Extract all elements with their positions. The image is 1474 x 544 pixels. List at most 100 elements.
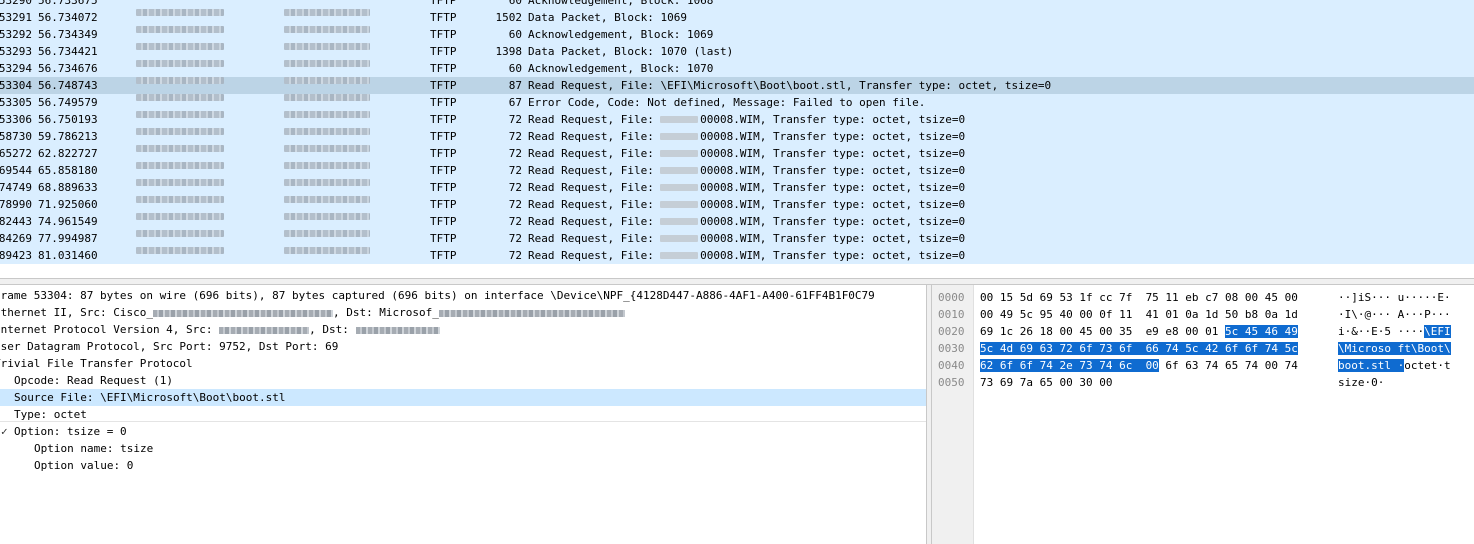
packet-list[interactable]: 53290 56.733675 TFTP 60 Acknowledgement, Blo… — [0, 0, 1474, 268]
redacted-address-icon — [136, 247, 224, 254]
packet-row[interactable]: 53290 56.733675 TFTP 60 Acknowledgement, Blo… — [0, 0, 1474, 9]
hex-bytes[interactable]: 5c 4d 69 63 72 6f 73 6f 66 74 5c 42 6f 6… — [980, 340, 1298, 357]
detail-source-file-text: Source File: \EFI\Microsoft\Boot\boot.st… — [14, 391, 286, 404]
redacted-address-icon — [284, 60, 370, 67]
hex-row[interactable]: 0050 73 69 7a 65 00 30 00 size·0· — [932, 374, 1474, 391]
packet-time: 62.822727 — [38, 147, 98, 160]
hex-ascii[interactable]: boot.stl ·octet·t — [1338, 357, 1451, 374]
packet-length: 72 — [508, 147, 522, 160]
packet-row[interactable]: 58730 59.786213 TFTP 72 Read Request, File: … — [0, 128, 1474, 145]
packet-row[interactable]: 53294 56.734676 TFTP 60 Acknowledgement, Blo… — [0, 60, 1474, 77]
packet-time: 56.733675 — [38, 0, 98, 7]
packet-row[interactable]: 84269 77.994987 TFTP 72 Read Request, File: … — [0, 230, 1474, 247]
detail-tftp[interactable]: Trivial File Transfer Protocol — [0, 355, 926, 372]
redacted-address-icon — [136, 9, 224, 16]
packet-row[interactable]: 69544 65.858180 TFTP 72 Read Request, File: … — [0, 162, 1474, 179]
hex-ascii[interactable]: size·0· — [1338, 374, 1384, 391]
packet-number: 69544 — [0, 164, 32, 177]
packet-number: 53305 — [0, 96, 32, 109]
packet-protocol: TFTP — [430, 62, 457, 75]
packet-length: 60 — [508, 62, 522, 75]
detail-option-name-text: Option name: tsize — [34, 442, 154, 455]
hex-row[interactable]: 0030 5c 4d 69 63 72 6f 73 6f 66 74 5c 42 … — [932, 340, 1474, 357]
redacted-address-icon — [284, 128, 370, 135]
redacted-address-icon — [136, 111, 224, 118]
packet-row[interactable]: 78990 71.925060 TFTP 72 Read Request, File: … — [0, 196, 1474, 213]
packet-bytes-pane[interactable]: 0000 00 15 5d 69 53 1f cc 7f 75 11 eb c7 … — [932, 285, 1474, 544]
packet-info: Data Packet, Block: 1069 — [528, 11, 687, 24]
packet-time: 56.734676 — [38, 62, 98, 75]
packet-length: 60 — [508, 0, 522, 7]
hex-ascii-highlighted: \EFI — [1424, 325, 1451, 338]
hex-ascii-plain: size·0· — [1338, 376, 1385, 389]
packet-number: 74749 — [0, 181, 32, 194]
redacted-filename-icon — [660, 150, 698, 157]
detail-udp[interactable]: User Datagram Protocol, Src Port: 9752, … — [0, 338, 926, 355]
packet-number: 53293 — [0, 45, 32, 58]
hex-bytes[interactable]: 73 69 7a 65 00 30 00 — [980, 374, 1112, 391]
packet-row[interactable]: 82443 74.961549 TFTP 72 Read Request, File: … — [0, 213, 1474, 230]
hex-bytes[interactable]: 69 1c 26 18 00 45 00 35 e9 e8 00 01 5c 4… — [980, 323, 1298, 340]
packet-row[interactable]: 53306 56.750193 TFTP 72 Read Request, File: … — [0, 111, 1474, 128]
packet-number: 89423 — [0, 249, 32, 262]
hex-bytes[interactable]: 00 49 5c 95 40 00 0f 11 41 01 0a 1d 50 b… — [980, 306, 1298, 323]
packet-row[interactable]: 65272 62.822727 TFTP 72 Read Request, File: … — [0, 145, 1474, 162]
hex-ascii[interactable]: ·I\·@··· A···P··· — [1338, 306, 1451, 323]
packet-protocol: TFTP — [430, 0, 457, 7]
packet-length: 1502 — [495, 11, 523, 24]
packet-protocol: TFTP — [430, 11, 457, 24]
hex-bytes-plain: 73 69 7a 65 00 30 00 — [980, 376, 1113, 389]
packet-protocol: TFTP — [430, 181, 457, 194]
hex-row[interactable]: 0020 69 1c 26 18 00 45 00 35 e9 e8 00 01 … — [932, 323, 1474, 340]
packet-row[interactable]: 53305 56.749579 TFTP 67 Error Code, Code: No… — [0, 94, 1474, 111]
packet-number: 53290 — [0, 0, 32, 7]
packet-length: 72 — [508, 198, 522, 211]
redacted-filename-icon — [660, 184, 698, 191]
packet-row[interactable]: 53292 56.734349 TFTP 60 Acknowledgement, Blo… — [0, 26, 1474, 43]
hex-row[interactable]: 0000 00 15 5d 69 53 1f cc 7f 75 11 eb c7 … — [932, 289, 1474, 306]
hex-row[interactable]: 0040 62 6f 6f 74 2e 73 74 6c 00 6f 63 74 … — [932, 357, 1474, 374]
detail-frame[interactable]: Frame 53304: 87 bytes on wire (696 bits)… — [0, 287, 926, 304]
packet-row[interactable]: 53304 56.748743 TFTP 87 Read Request, File: … — [0, 77, 1474, 94]
detail-udp-text: User Datagram Protocol, Src Port: 9752, … — [0, 340, 339, 353]
hex-bytes[interactable]: 62 6f 6f 74 2e 73 74 6c 00 6f 63 74 65 7… — [980, 357, 1298, 374]
packet-info: Read Request, File: 00008.WIM, Transfer … — [528, 164, 966, 177]
packet-row[interactable]: 53291 56.734072 TFTP 1502 Data Packet, Block… — [0, 9, 1474, 26]
packet-details-pane[interactable]: Frame 53304: 87 bytes on wire (696 bits)… — [0, 285, 926, 544]
hex-ascii[interactable]: ··]iS··· u·····E· — [1338, 289, 1451, 306]
expand-caret-icon[interactable]: ✓ — [1, 423, 8, 440]
packet-protocol: TFTP — [430, 28, 457, 41]
packet-time: 56.734421 — [38, 45, 98, 58]
redacted-address-icon — [136, 77, 224, 84]
hex-ascii[interactable]: \Microso ft\Boot\ — [1338, 340, 1451, 357]
packet-number: 58730 — [0, 130, 32, 143]
packet-row[interactable]: 89423 81.031460 TFTP 72 Read Request, File: … — [0, 247, 1474, 264]
detail-ip[interactable]: Internet Protocol Version 4, Src: , Dst: — [0, 321, 926, 338]
detail-option[interactable]: ✓ Option: tsize = 0 — [0, 423, 926, 440]
packet-info: Acknowledgement, Block: 1069 — [528, 28, 714, 41]
redacted-address-icon — [136, 230, 224, 237]
detail-ethernet[interactable]: Ethernet II, Src: Cisco_ , Dst: Microsof_ — [0, 304, 926, 321]
packet-protocol: TFTP — [430, 79, 457, 92]
packet-time: 56.748743 — [38, 79, 98, 92]
packet-info: Read Request, File: 00008.WIM, Transfer … — [528, 130, 966, 143]
packet-protocol: TFTP — [430, 215, 457, 228]
packet-info: Data Packet, Block: 1070 (last) — [528, 45, 734, 58]
packet-row[interactable]: 53293 56.734421 TFTP 1398 Data Packet, Block… — [0, 43, 1474, 60]
hex-ascii[interactable]: i·&··E·5 ····\EFI — [1338, 323, 1451, 340]
redacted-filename-icon — [660, 116, 698, 123]
packet-info: Acknowledgement, Block: 1070 — [528, 62, 714, 75]
packet-row[interactable]: 74749 68.889633 TFTP 72 Read Request, File: … — [0, 179, 1474, 196]
redacted-address-icon — [284, 9, 370, 16]
hex-bytes[interactable]: 00 15 5d 69 53 1f cc 7f 75 11 eb c7 08 0… — [980, 289, 1298, 306]
hex-ascii-plain: ·I\·@··· A···P··· — [1338, 308, 1451, 321]
detail-option-value[interactable]: Option value: 0 — [0, 457, 926, 474]
detail-option-name[interactable]: Option name: tsize — [0, 440, 926, 457]
hex-bytes-highlighted: 62 6f 6f 74 2e 73 74 6c 00 — [980, 359, 1159, 372]
detail-opcode[interactable]: Opcode: Read Request (1) — [0, 372, 926, 389]
redacted-filename-icon — [660, 218, 698, 225]
detail-source-file[interactable]: Source File: \EFI\Microsoft\Boot\boot.st… — [0, 389, 926, 406]
redacted-address-icon — [136, 145, 224, 152]
horizontal-splitter[interactable] — [0, 278, 1474, 285]
hex-row[interactable]: 0010 00 49 5c 95 40 00 0f 11 41 01 0a 1d … — [932, 306, 1474, 323]
